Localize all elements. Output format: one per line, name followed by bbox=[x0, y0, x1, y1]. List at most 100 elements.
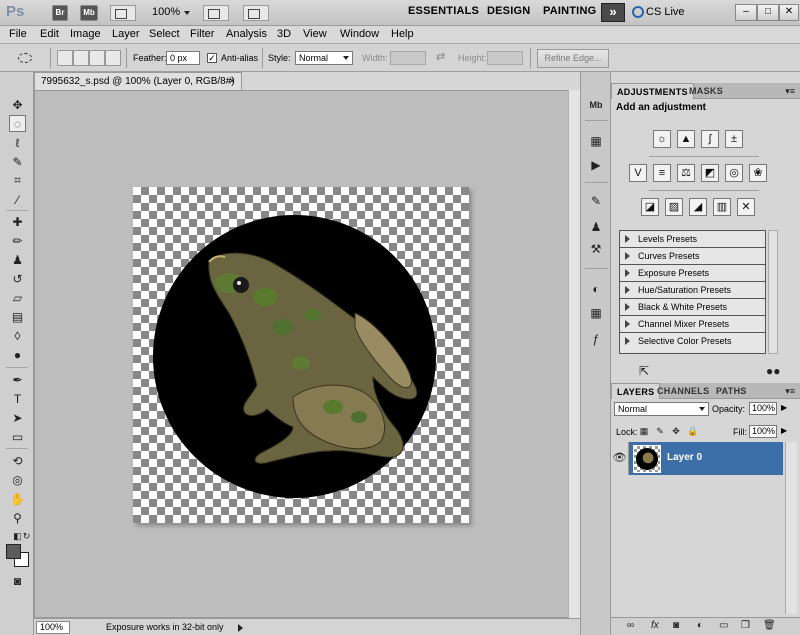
opacity-arrow-icon[interactable]: ▶ bbox=[781, 403, 787, 412]
style-select[interactable]: Normal bbox=[295, 51, 353, 65]
layers-scrollbar[interactable] bbox=[785, 442, 797, 614]
layer-name[interactable]: Layer 0 bbox=[667, 452, 702, 463]
swap-dimensions-icon[interactable]: ⇄ bbox=[436, 50, 445, 63]
hand-tool-icon[interactable]: ✋ bbox=[9, 490, 26, 507]
menu-filter[interactable]: Filter bbox=[190, 28, 214, 40]
preset-hue-saturation[interactable]: Hue/Saturation Presets bbox=[620, 282, 765, 299]
mini-bridge-button[interactable]: Mb bbox=[80, 5, 98, 21]
tool-presets-icon[interactable]: ⚒ bbox=[587, 240, 605, 258]
brightness-contrast-icon[interactable]: ☼ bbox=[653, 130, 671, 148]
image-canvas[interactable] bbox=[133, 187, 469, 523]
gradient-tool-icon[interactable]: ▤ bbox=[9, 308, 26, 325]
menu-window[interactable]: Window bbox=[340, 28, 379, 40]
status-zoom-input[interactable]: 100% bbox=[36, 621, 70, 634]
new-adjustment-layer-icon[interactable]: ◐ bbox=[697, 620, 703, 631]
type-tool-icon[interactable]: T bbox=[9, 390, 26, 407]
zoom-dropdown-icon[interactable] bbox=[184, 11, 190, 15]
delete-layer-icon[interactable]: 🗑 bbox=[763, 620, 776, 631]
history-icon[interactable]: ▦ bbox=[587, 132, 605, 150]
mini-bridge-icon[interactable]: Mb bbox=[587, 96, 605, 114]
screen-mode-button[interactable] bbox=[243, 5, 269, 21]
fill-arrow-icon[interactable]: ▶ bbox=[781, 426, 787, 435]
pen-tool-icon[interactable]: ✒ bbox=[9, 371, 26, 388]
opacity-input[interactable]: 100% bbox=[749, 402, 777, 415]
levels-icon[interactable]: ▲ bbox=[677, 130, 695, 148]
minimize-button[interactable]: – bbox=[735, 4, 757, 21]
lock-all-icon[interactable]: 🔒 bbox=[687, 426, 698, 436]
eyedropper-tool-icon[interactable]: ⁄ bbox=[9, 191, 26, 208]
new-selection-icon[interactable] bbox=[57, 50, 73, 66]
panel-menu-icon[interactable]: ▾≡ bbox=[785, 86, 795, 97]
anti-alias-checkbox[interactable]: ✓ bbox=[207, 53, 217, 63]
posterize-icon[interactable]: ▨ bbox=[665, 198, 683, 216]
document-tab[interactable]: 7995632_s.psd @ 100% (Layer 0, RGB/8#) *… bbox=[34, 72, 242, 104]
canvas-vertical-scrollbar[interactable] bbox=[568, 90, 580, 618]
menu-analysis[interactable]: Analysis bbox=[226, 28, 267, 40]
add-mask-icon[interactable]: ◙ bbox=[673, 620, 679, 631]
presets-scrollbar[interactable] bbox=[768, 230, 778, 354]
color-icon[interactable]: ◐ bbox=[587, 280, 605, 298]
swap-colors-icon[interactable]: ↻ bbox=[18, 528, 35, 545]
new-layer-icon[interactable]: ❐ bbox=[741, 620, 750, 631]
selective-color-icon[interactable]: ✕ bbox=[737, 198, 755, 216]
lock-position-icon[interactable]: ✥ bbox=[671, 426, 681, 436]
menu-view[interactable]: View bbox=[303, 28, 327, 40]
view-extras-button[interactable] bbox=[110, 5, 136, 21]
elliptical-marquee-tool-icon[interactable]: ◌ bbox=[9, 115, 26, 132]
black-white-icon[interactable]: ◩ bbox=[701, 164, 719, 182]
visibility-eye-icon[interactable]: 👁 bbox=[611, 442, 629, 475]
history-brush-tool-icon[interactable]: ↺ bbox=[9, 270, 26, 287]
subtract-from-selection-icon[interactable] bbox=[89, 50, 105, 66]
new-group-icon[interactable]: ▭ bbox=[719, 620, 728, 631]
blend-mode-select[interactable]: Normal bbox=[614, 402, 709, 416]
preset-curves[interactable]: Curves Presets bbox=[620, 248, 765, 265]
lock-transparent-pixels-icon[interactable]: ▦ bbox=[639, 426, 649, 436]
feather-input[interactable]: 0 px bbox=[166, 51, 200, 65]
menu-edit[interactable]: Edit bbox=[40, 28, 59, 40]
zoom-tool-icon[interactable]: ⚲ bbox=[9, 509, 26, 526]
actions-icon[interactable]: ▶ bbox=[587, 156, 605, 174]
arrange-documents-button[interactable] bbox=[203, 5, 229, 21]
exposure-icon[interactable]: ± bbox=[725, 130, 743, 148]
rectangle-tool-icon[interactable]: ▭ bbox=[9, 428, 26, 445]
close-window-button[interactable]: ✕ bbox=[779, 4, 799, 21]
color-balance-icon[interactable]: ⚖ bbox=[677, 164, 695, 182]
layer-style-icon[interactable]: fx bbox=[651, 620, 659, 631]
styles-icon[interactable]: ƒ bbox=[587, 330, 605, 348]
foreground-color-swatch[interactable] bbox=[6, 544, 21, 559]
brush-presets-icon[interactable]: ✎ bbox=[587, 192, 605, 210]
return-to-list-icon[interactable]: ⇱ bbox=[639, 364, 649, 378]
photo-filter-icon[interactable]: ◎ bbox=[725, 164, 743, 182]
cs-live-button[interactable]: CS Live bbox=[646, 6, 685, 18]
invert-icon[interactable]: ◪ bbox=[641, 198, 659, 216]
lock-image-pixels-icon[interactable]: ✎ bbox=[655, 426, 665, 436]
workspace-painting[interactable]: PAINTING bbox=[543, 5, 596, 17]
curves-icon[interactable]: ∫ bbox=[701, 130, 719, 148]
quick-selection-tool-icon[interactable]: ✎ bbox=[9, 153, 26, 170]
status-menu-arrow-icon[interactable] bbox=[238, 624, 243, 632]
blur-tool-icon[interactable]: ◊ bbox=[9, 327, 26, 344]
eraser-tool-icon[interactable]: ▱ bbox=[9, 289, 26, 306]
fill-input[interactable]: 100% bbox=[749, 425, 777, 438]
preset-channel-mixer[interactable]: Channel Mixer Presets bbox=[620, 316, 765, 333]
hue-saturation-icon[interactable]: ≡ bbox=[653, 164, 671, 182]
menu-3d[interactable]: 3D bbox=[277, 28, 291, 40]
workspace-essentials[interactable]: ESSENTIALS bbox=[408, 5, 479, 17]
elliptical-marquee-preset-icon[interactable] bbox=[18, 53, 32, 63]
3d-orbit-tool-icon[interactable]: ◎ bbox=[9, 471, 26, 488]
workspace-design[interactable]: DESIGN bbox=[487, 5, 530, 17]
maximize-button[interactable]: □ bbox=[757, 4, 779, 21]
height-input[interactable] bbox=[487, 51, 523, 65]
vibrance-icon[interactable]: V bbox=[629, 164, 647, 182]
refine-edge-button[interactable]: Refine Edge... bbox=[537, 49, 609, 68]
clone-source-icon[interactable]: ♟ bbox=[587, 218, 605, 236]
brush-tool-icon[interactable]: ✏ bbox=[9, 232, 26, 249]
layer-row[interactable]: 👁 Layer 0 bbox=[611, 442, 783, 475]
preset-exposure[interactable]: Exposure Presets bbox=[620, 265, 765, 282]
menu-image[interactable]: Image bbox=[70, 28, 101, 40]
preset-black-white[interactable]: Black & White Presets bbox=[620, 299, 765, 316]
tab-channels[interactable]: CHANNELS bbox=[652, 383, 714, 399]
menu-layer[interactable]: Layer bbox=[112, 28, 140, 40]
link-layers-icon[interactable]: ∞ bbox=[627, 620, 634, 631]
tab-adjustments[interactable]: ADJUSTMENTS bbox=[611, 83, 694, 99]
